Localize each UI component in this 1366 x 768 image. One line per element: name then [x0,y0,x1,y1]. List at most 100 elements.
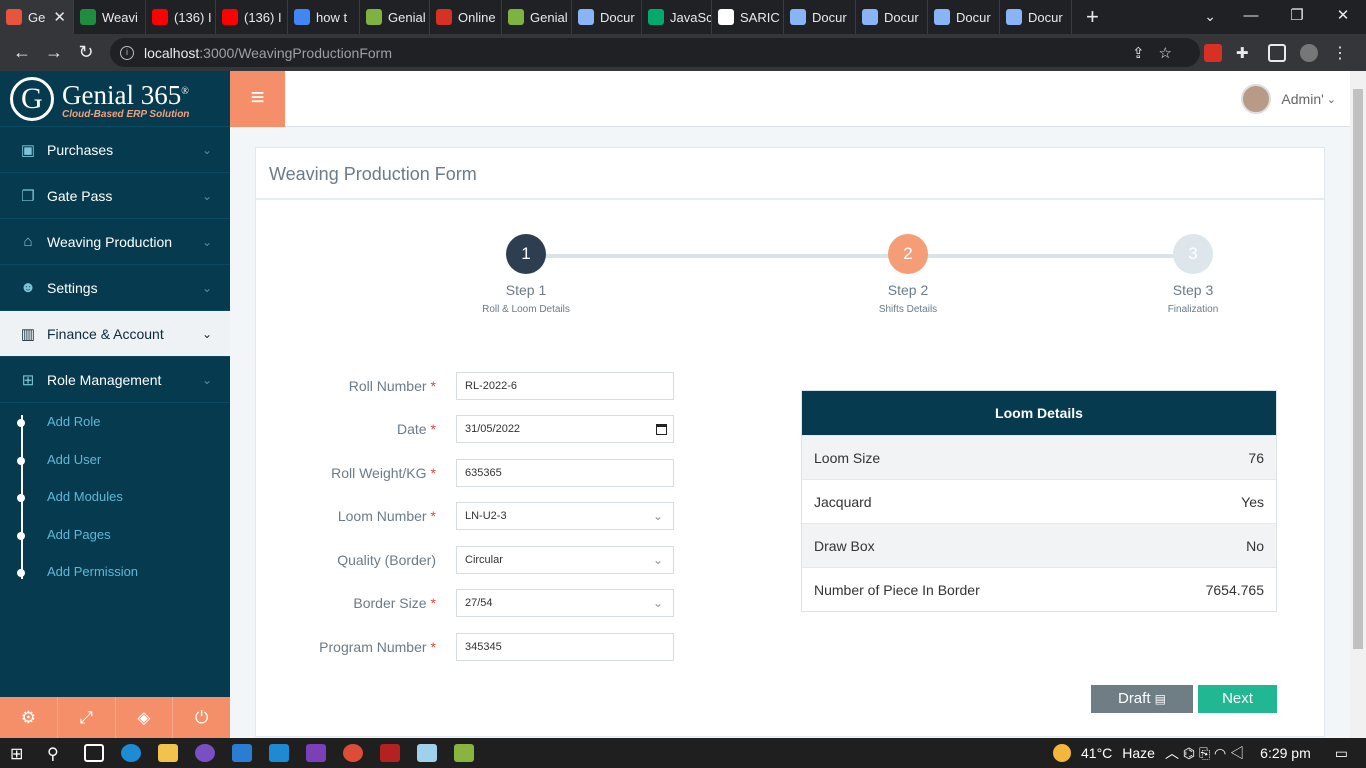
input-field[interactable]: RL-2022-6 [456,371,674,400]
hide-eye-icon[interactable]: ◈ [116,697,174,738]
draft-label: Draft [1117,690,1151,707]
sidebar: Genial 365® Cloud-Based ERP Solution ▣ Pu… [0,71,230,738]
new-tab-button[interactable]: + [1086,4,1099,30]
address-bar: ← → ↻ i localhost:3000/WeavingProduction… [0,34,1366,71]
tab-title: JavaSc [670,9,712,25]
step[interactable]: 1 Step 1 Roll & Loom Details [426,234,626,315]
task-view-icon[interactable] [84,744,104,762]
table-row: Draw Box No [802,523,1276,567]
submenu-item[interactable]: Add Modules [17,478,230,516]
input-field[interactable]: 635365 [456,458,674,487]
notepad-icon[interactable] [417,744,437,762]
calendar-icon[interactable] [656,423,667,435]
sidebar-item[interactable]: ▥ Finance & Account ⌄ [0,311,230,357]
browser-tab[interactable]: Ge ✕ [0,0,74,34]
filezilla-icon[interactable] [380,744,400,762]
select-field[interactable]: 27/54 ⌄ [456,589,674,618]
draft-button[interactable]: Draft ▤ [1091,685,1193,713]
browser-tab[interactable]: Online [430,0,502,34]
power-icon[interactable]: ⏻ [173,697,230,738]
menu-dots-icon[interactable]: ⋮ [1332,43,1348,63]
browser-tab[interactable]: Genial [360,0,430,34]
sidebar-item[interactable]: ☻ Settings ⌄ [0,265,230,311]
share-star-icons[interactable]: ⇪☆ [1132,44,1186,62]
browser-tab[interactable]: Docur [928,0,1000,34]
visual-studio-icon[interactable] [306,744,326,762]
vscode-icon[interactable] [269,744,289,762]
app-icon-2[interactable] [454,744,474,762]
notification-icon[interactable]: ▭ [1335,745,1348,762]
row-value: Yes [1241,493,1264,510]
edge-icon[interactable] [121,744,141,762]
table-row: Jacquard Yes [802,479,1276,523]
sidebar-item[interactable]: ⌂ Weaving Production ⌄ [0,219,230,265]
browser-tab[interactable]: (136) I [216,0,288,34]
required-asterisk: * [430,464,436,481]
browser-tab[interactable]: JavaSc [642,0,712,34]
tab-title: Weavi [102,9,138,25]
sidebar-item[interactable]: ⊞ Role Management ⌄ [0,357,230,403]
brand-tagline: Cloud-Based ERP Solution [62,108,190,120]
extension-icon[interactable] [1204,43,1222,62]
page-scrollbar[interactable] [1350,71,1366,738]
close-tab-icon[interactable]: ✕ [53,8,66,26]
hamburger-menu-icon[interactable]: ≡ [230,71,285,127]
field-label-text: Program Number [319,638,427,655]
submenu-item[interactable]: Add Role [17,403,230,441]
profile-icon[interactable] [1300,43,1318,62]
step[interactable]: 2 Step 2 Shifts Details [808,234,1008,315]
settings-gear-icon[interactable]: ⚙ [0,697,58,738]
field-label: Program Number * [316,639,456,655]
start-windows-icon[interactable]: ⊞ [10,744,30,763]
submenu-item[interactable]: Add Pages [17,516,230,554]
browser-tab[interactable]: Docur [1000,0,1072,34]
field-value: 27/54 [465,597,493,610]
clock[interactable]: 6:29 pm [1260,745,1311,761]
fullscreen-icon[interactable]: ⤢ [58,697,116,738]
sidepanel-icon[interactable] [1268,43,1286,62]
browser-tab[interactable]: how t [288,0,360,34]
forward-icon[interactable]: → [38,42,70,63]
browser-tab[interactable]: Genial [502,0,572,34]
sidebar-item[interactable]: ▣ Purchases ⌄ [0,127,230,173]
field-label-text: Quality (Border) [337,551,436,568]
url-input[interactable]: i localhost:3000/WeavingProductionForm ⇪… [110,38,1200,67]
extensions: ✚ ⋮ [1204,34,1348,71]
browser-tab[interactable]: (136) I [146,0,216,34]
puzzle-icon[interactable]: ✚ [1236,44,1254,62]
tab-favicon-icon [578,9,594,25]
search-icon[interactable]: ⚲ [47,744,67,763]
browser-tab[interactable]: Docur [784,0,856,34]
browser-tab[interactable]: Docur [572,0,642,34]
next-button[interactable]: Next [1198,685,1277,713]
scrollbar-thumb[interactable] [1353,89,1363,649]
reload-icon[interactable]: ↻ [70,42,102,63]
tray-icons[interactable]: ︿ ⌬ ⎘ ◠ ◁ [1165,743,1244,763]
browser-tab[interactable]: Weavi [74,0,146,34]
file-explorer-icon[interactable] [158,744,178,762]
select-field[interactable]: LN-U2-3 ⌄ [456,502,674,531]
field-label: Loom Number * [316,508,456,524]
chrome-icon[interactable] [343,744,363,762]
minimize-button[interactable]: — [1228,0,1274,34]
input-field[interactable]: 345345 [456,632,674,661]
sidebar-item[interactable]: ❐ Gate Pass ⌄ [0,173,230,219]
user-menu[interactable]: Admin' ⌄ [1241,84,1336,114]
submenu-item[interactable]: Add Permission [17,553,230,591]
tab-favicon-icon [80,9,96,25]
browser-tab[interactable]: SARIC [712,0,784,34]
submenu-item[interactable]: Add User [17,441,230,479]
browser-tab[interactable]: Docur [856,0,928,34]
tab-title: SARIC [740,9,780,25]
step[interactable]: 3 Step 3 Finalization [1093,234,1293,315]
back-icon[interactable]: ← [6,42,38,63]
select-field[interactable]: Circular ⌄ [456,545,674,574]
site-info-icon[interactable]: i [120,45,134,60]
input-field[interactable]: 31/05/2022 [456,415,674,444]
mail-icon[interactable] [232,744,252,762]
restore-button[interactable]: ❐ [1274,0,1320,34]
tab-favicon-icon [862,9,878,25]
app-icon[interactable] [195,744,215,762]
close-window-button[interactable]: ✕ [1320,0,1366,34]
tab-search-icon[interactable]: ⌄ [1204,0,1216,32]
